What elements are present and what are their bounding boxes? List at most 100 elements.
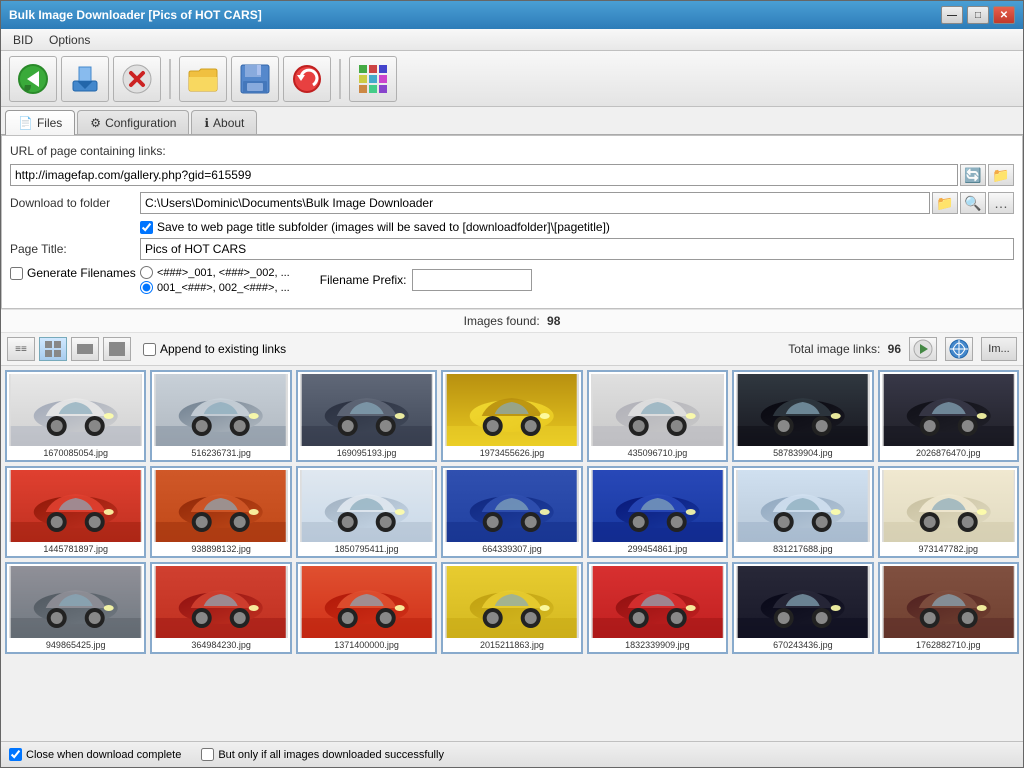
image-cell[interactable]: 973147782.jpg	[878, 466, 1019, 558]
generate-filenames-checkbox[interactable]	[10, 267, 23, 280]
only-if-all-successful-row: But only if all images downloaded succes…	[201, 748, 444, 761]
url-refresh-btn[interactable]: 🔄	[960, 164, 986, 186]
view-small-btn[interactable]	[39, 337, 67, 361]
image-cell[interactable]: 2026876470.jpg	[878, 370, 1019, 462]
image-cell[interactable]: 1371400000.jpg	[296, 562, 437, 654]
about-tab[interactable]: ℹ About	[191, 110, 257, 134]
close-when-complete-checkbox[interactable]	[9, 748, 22, 761]
image-filename: 670243436.jpg	[773, 640, 833, 650]
save-button[interactable]	[231, 56, 279, 102]
close-when-complete-row: Close when download complete	[9, 748, 181, 761]
image-filename: 516236731.jpg	[191, 448, 251, 458]
image-cell[interactable]: 1973455626.jpg	[441, 370, 582, 462]
image-cell[interactable]: 516236731.jpg	[150, 370, 291, 462]
menu-bid[interactable]: BID	[5, 29, 41, 50]
content-area: URL of page containing links: 🔄 📁 Downlo…	[1, 135, 1023, 767]
format-option-1-row: <###>_001, <###>_002, ...	[140, 266, 290, 279]
page-title-label: Page Title:	[10, 242, 140, 256]
toolbar	[1, 51, 1023, 107]
image-cell[interactable]: 364984230.jpg	[150, 562, 291, 654]
configuration-tab[interactable]: ⚙ Configuration	[77, 110, 189, 134]
view-medium-btn[interactable]	[71, 337, 99, 361]
download-button[interactable]	[61, 56, 109, 102]
title-bar-controls: — □ ✕	[941, 6, 1015, 24]
filename-prefix-input[interactable]	[412, 269, 532, 291]
image-filename: 1371400000.jpg	[334, 640, 399, 650]
subfolder-row: Save to web page title subfolder (images…	[10, 220, 1014, 234]
stop-button[interactable]	[113, 56, 161, 102]
format-option-2-label: 001_<###>, 002_<###>, ...	[157, 282, 290, 294]
info-btn[interactable]: Im...	[981, 337, 1017, 361]
bottom-bar: Close when download complete But only if…	[1, 741, 1023, 767]
title-bar: Bulk Image Downloader [Pics of HOT CARS]…	[1, 1, 1023, 29]
image-grid: 1670085054.jpg	[5, 370, 1019, 654]
image-cell[interactable]: 1850795411.jpg	[296, 466, 437, 558]
image-filename: 364984230.jpg	[191, 640, 251, 650]
url-input[interactable]	[10, 164, 958, 186]
image-filename: 169095193.jpg	[337, 448, 397, 458]
image-cell[interactable]: 949865425.jpg	[5, 562, 146, 654]
image-cell[interactable]: 938898132.jpg	[150, 466, 291, 558]
info-btn-label: Im...	[988, 343, 1009, 355]
generate-filenames-label: Generate Filenames	[27, 266, 136, 280]
format-option-1[interactable]	[140, 266, 153, 279]
web-btn[interactable]	[945, 337, 973, 361]
go-button[interactable]	[9, 56, 57, 102]
image-cell[interactable]: 1670085054.jpg	[5, 370, 146, 462]
only-if-all-successful-label: But only if all images downloaded succes…	[218, 749, 444, 761]
config-tab-label: Configuration	[105, 116, 176, 130]
format-option-2[interactable]	[140, 281, 153, 294]
download-search-btn[interactable]: 🔍	[960, 192, 986, 214]
images-found-count: 98	[547, 314, 560, 328]
url-row: URL of page containing links:	[10, 144, 1014, 158]
append-checkbox[interactable]	[143, 343, 156, 356]
images-found-label: Images found:	[464, 314, 540, 328]
image-cell[interactable]: 299454861.jpg	[587, 466, 728, 558]
image-filename: 1832339909.jpg	[625, 640, 690, 650]
image-grid-container[interactable]: 1670085054.jpg	[1, 366, 1023, 741]
only-if-all-successful-checkbox[interactable]	[201, 748, 214, 761]
close-button[interactable]: ✕	[993, 6, 1015, 24]
image-cell[interactable]: 1762882710.jpg	[878, 562, 1019, 654]
url-input-row: 🔄 📁	[10, 164, 1014, 186]
minimize-button[interactable]: —	[941, 6, 963, 24]
view-list-btn[interactable]: ≡≡	[7, 337, 35, 361]
subfolder-checkbox[interactable]	[140, 221, 153, 234]
start-download-btn[interactable]	[909, 337, 937, 361]
toolbar-separator-2	[339, 59, 341, 99]
filename-format-group: <###>_001, <###>_002, ... 001_<###>, 002…	[140, 266, 290, 294]
maximize-button[interactable]: □	[967, 6, 989, 24]
format-option-1-label: <###>_001, <###>_002, ...	[157, 267, 290, 279]
append-label-text: Append to existing links	[160, 342, 286, 356]
image-filename: 2015211863.jpg	[480, 640, 544, 650]
image-filename: 299454861.jpg	[628, 544, 688, 554]
page-title-input[interactable]	[140, 238, 1014, 260]
undo-button[interactable]	[283, 56, 331, 102]
image-cell[interactable]: 169095193.jpg	[296, 370, 437, 462]
files-tab[interactable]: 📄 Files	[5, 110, 75, 135]
image-cell[interactable]: 664339307.jpg	[441, 466, 582, 558]
config-tab-icon: ⚙	[90, 116, 101, 130]
download-folder-input[interactable]	[140, 192, 930, 214]
image-cell[interactable]: 1832339909.jpg	[587, 562, 728, 654]
grid-button[interactable]	[349, 56, 397, 102]
image-filename: 1445781897.jpg	[43, 544, 108, 554]
open-folder-button[interactable]	[179, 56, 227, 102]
image-filename: 1973455626.jpg	[480, 448, 545, 458]
image-filename: 587839904.jpg	[773, 448, 833, 458]
url-folder-btn[interactable]: 📁	[988, 164, 1014, 186]
image-filename: 831217688.jpg	[773, 544, 833, 554]
image-cell[interactable]: 1445781897.jpg	[5, 466, 146, 558]
image-cell[interactable]: 831217688.jpg	[732, 466, 873, 558]
view-large-btn[interactable]	[103, 337, 131, 361]
menu-options[interactable]: Options	[41, 29, 98, 50]
append-checkbox-row: Append to existing links	[143, 342, 286, 356]
image-cell[interactable]: 2015211863.jpg	[441, 562, 582, 654]
image-cell[interactable]: 587839904.jpg	[732, 370, 873, 462]
download-more-btn[interactable]: …	[988, 192, 1014, 214]
generate-filenames-row: Generate Filenames <###>_001, <###>_002,…	[10, 266, 1014, 294]
image-cell[interactable]: 670243436.jpg	[732, 562, 873, 654]
image-cell[interactable]: 435096710.jpg	[587, 370, 728, 462]
download-browse-btn[interactable]: 📁	[932, 192, 958, 214]
app-title: Bulk Image Downloader [Pics of HOT CARS]	[9, 8, 262, 22]
